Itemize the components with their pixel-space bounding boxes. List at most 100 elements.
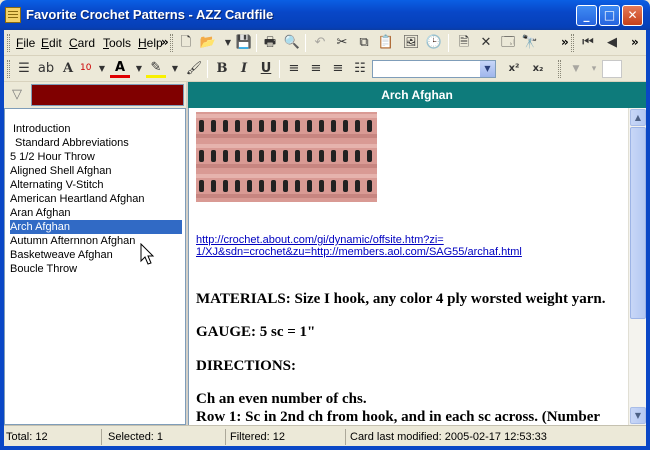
filter-funnel-icon[interactable]: ▽ <box>9 87 25 103</box>
font-size-dropdown-arrow-icon[interactable]: ▼ <box>92 59 112 79</box>
toolbar-separator <box>448 34 449 52</box>
offsite-link[interactable]: http://crochet.about.com/gi/dynamic/offs… <box>196 234 616 258</box>
menu-tools[interactable]: Tools <box>103 36 131 50</box>
list-item[interactable]: 5 1/2 Hour Throw <box>10 150 182 164</box>
nav-toolbar-grip[interactable] <box>571 34 574 52</box>
card-content[interactable]: http://crochet.about.com/gi/dynamic/offs… <box>188 108 628 425</box>
paragraph-format-icon[interactable]: ☰ <box>14 59 34 79</box>
status-bar: Total: 12 Selected: 1 Filtered: 12 Card … <box>4 425 646 446</box>
maximize-button[interactable]: □ <box>599 5 620 26</box>
subscript-icon[interactable]: x₂ <box>528 59 548 79</box>
directions-heading: DIRECTIONS: <box>196 358 297 374</box>
italic-icon[interactable]: I <box>234 59 254 79</box>
align-left-icon[interactable]: ≡ <box>284 59 304 79</box>
chain-instruction: Ch an even number of chs. <box>196 391 367 407</box>
status-selected: Selected: 1 <box>106 429 226 445</box>
menu-file[interactable]: File <box>16 36 35 50</box>
window-frame-bottom <box>0 446 650 450</box>
menu-card[interactable]: Card <box>69 36 95 50</box>
filter-input[interactable] <box>31 84 184 106</box>
bold-icon[interactable]: B <box>212 59 232 79</box>
bullet-list-icon[interactable]: ☷ <box>350 59 370 79</box>
menu-toolbar-row: File Edit Card Tools Help » 🗋 📂 ▼ 💾 🖶 🔍 … <box>4 30 646 56</box>
content-scrollbar[interactable]: ▲ ▼ <box>628 108 646 425</box>
extra-toolbar-grip[interactable] <box>558 60 561 78</box>
list-item[interactable]: Introduction <box>10 122 182 136</box>
copy-icon[interactable]: ⧉ <box>354 33 374 53</box>
cut-icon[interactable]: ✂ <box>332 33 352 53</box>
crochet-stitch-pattern <box>196 112 377 202</box>
offsite-link-line1[interactable]: http://crochet.about.com/gi/dynamic/offs… <box>196 234 616 246</box>
crochet-swatch-image <box>196 112 377 202</box>
window-frame-right <box>646 30 650 450</box>
menu-help[interactable]: Help <box>138 36 163 50</box>
status-filtered: Filtered: 12 <box>228 429 346 445</box>
new-card-plus-icon[interactable]: 🗎 <box>454 33 474 53</box>
card-list[interactable]: Introduction Standard Abbreviations 5 1/2 … <box>4 108 186 425</box>
row1-instruction: Row 1: Sc in 2nd ch from hook, and in ea… <box>196 409 601 425</box>
list-item[interactable]: American Heartland Afghan <box>10 192 182 206</box>
print-icon[interactable]: 🖶 <box>260 33 280 53</box>
align-right-icon[interactable]: ≡ <box>328 59 348 79</box>
font-combo-arrow-icon[interactable]: ▼ <box>480 61 495 77</box>
menu-overflow-chevron[interactable]: » <box>161 35 169 49</box>
previous-card-icon[interactable]: ◀ <box>602 33 622 53</box>
card-title-header: Arch Afghan <box>188 82 646 108</box>
find-binoculars-icon[interactable]: 🔭 <box>520 33 540 53</box>
insert-datetime-icon[interactable]: 🕒 <box>424 33 444 53</box>
extra-combo[interactable] <box>602 60 622 78</box>
highlight-color-icon[interactable]: ✎ <box>146 59 166 78</box>
list-item[interactable]: Alternating V-Stitch <box>10 178 182 192</box>
mouse-cursor-icon <box>140 243 155 265</box>
align-center-icon[interactable]: ≡ <box>306 59 326 79</box>
list-item[interactable]: Aligned Shell Afghan <box>10 164 182 178</box>
toolbar-separator <box>305 34 306 52</box>
delete-card-icon[interactable]: ✕ <box>476 33 496 53</box>
insert-picture-icon[interactable]: 🖼 <box>401 33 421 53</box>
close-button[interactable]: ✕ <box>622 5 643 26</box>
toolbar-grip[interactable] <box>170 34 173 52</box>
format-painter-icon[interactable]: 🖌 <box>184 59 204 79</box>
nav-overflow-chevron[interactable]: » <box>631 35 639 49</box>
format-toolbar-row: ☰ ab A 10 ▼ A ▼ ✎ ▼ 🖌 B I U ≡ ≡ ≡ ☷ ▼ x²… <box>4 56 646 82</box>
card-properties-icon[interactable]: 🗔 <box>498 33 518 53</box>
dropdown-small-arrow-icon[interactable]: ▾ <box>584 59 604 79</box>
toolbar-separator <box>279 60 280 78</box>
font-color-icon[interactable]: A <box>110 59 130 78</box>
window-title: Favorite Crochet Patterns - AZZ Cardfile <box>26 7 274 22</box>
undo-icon[interactable]: ↶ <box>310 33 330 53</box>
list-item[interactable]: Autumn Afternnon Afghan <box>10 234 182 248</box>
highlight-dropdown-arrow-icon[interactable]: ▼ <box>165 59 185 79</box>
print-preview-icon[interactable]: 🔍 <box>282 33 302 53</box>
list-item[interactable]: Arch Afghan <box>10 220 182 234</box>
open-folder-icon[interactable]: 📂 <box>198 33 218 53</box>
underline-icon[interactable]: U <box>256 59 276 79</box>
list-item[interactable]: Boucle Throw <box>10 262 182 276</box>
menu-edit[interactable]: Edit <box>41 36 62 50</box>
spell-check-icon[interactable]: ab <box>36 59 56 79</box>
scroll-down-arrow-icon[interactable]: ▼ <box>630 407 646 424</box>
save-icon[interactable]: 💾 <box>234 33 254 53</box>
format-toolbar-grip[interactable] <box>7 60 10 78</box>
list-item[interactable]: Basketweave Afghan <box>10 248 182 262</box>
scroll-thumb[interactable] <box>630 127 646 319</box>
superscript-icon[interactable]: x² <box>504 59 524 79</box>
status-modified: Card last modified: 2005-02-17 12:53:33 <box>350 431 547 443</box>
menu-grip[interactable] <box>7 34 10 52</box>
scroll-up-arrow-icon[interactable]: ▲ <box>630 109 646 126</box>
list-item[interactable]: Aran Afghan <box>10 206 182 220</box>
font-icon[interactable]: A <box>58 59 78 79</box>
dropdown-arrow-icon[interactable]: ▼ <box>566 59 586 79</box>
minimize-button[interactable]: _ <box>576 5 597 26</box>
font-size-value[interactable]: 10 <box>80 63 91 73</box>
toolbar-overflow-chevron[interactable]: » <box>561 35 569 49</box>
status-total: Total: 12 <box>4 429 102 445</box>
font-name-combo[interactable]: ▼ <box>372 60 496 78</box>
app-icon[interactable] <box>5 7 21 23</box>
paste-icon[interactable]: 📋 <box>376 33 396 53</box>
first-card-icon[interactable]: ⏮ <box>578 33 598 53</box>
offsite-link-line2[interactable]: 1/XJ&sdn=crochet&zu=http://members.aol.c… <box>196 246 616 258</box>
list-item[interactable]: Standard Abbreviations <box>10 136 182 150</box>
materials-text: MATERIALS: Size I hook, any color 4 ply … <box>196 291 606 307</box>
new-card-icon[interactable]: 🗋 <box>176 33 196 53</box>
